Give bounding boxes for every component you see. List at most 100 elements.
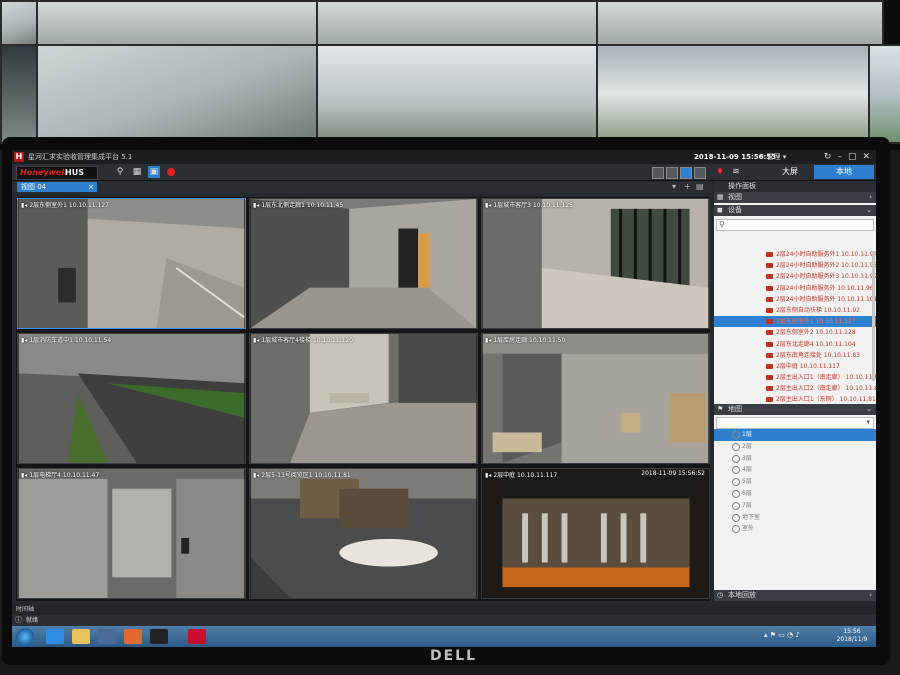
map-label: 地图 [728,405,742,413]
device-list-item[interactable]: 2层东南角连接处 10.10.11.83 [714,350,876,361]
camera-icon: ▮◂ [21,202,28,209]
record-icon[interactable] [167,168,175,176]
device-list-item[interactable]: 2层主出入口2（南走廊） 10.10.11.85 [714,383,876,394]
layout-3x3-icon[interactable] [680,167,692,179]
floor-list-item[interactable]: 1层 [714,429,876,441]
video-cell[interactable]: ▮◂ 1层库房走廊 10.10.11.50 [481,333,710,464]
device-list-item[interactable]: 2层东侧自动扶梯 10.10.11.92 [714,305,876,316]
device-label: 2层东北走廊4 10.10.11.104 [776,340,856,348]
floor-list-item[interactable]: 4层 [714,464,876,476]
floor-list-item[interactable]: 5层 [714,476,876,488]
layout-1x1-icon[interactable] [652,167,664,179]
device-label: 2层24小时自助服务外 10.10.11.96 [776,284,874,292]
floor-icon [732,454,740,463]
refresh-icon[interactable]: ↻ [824,151,832,163]
honeywell-hus-logo: Honeywell HUS [16,166,98,180]
background-video-wall [0,0,900,150]
floor-list-item[interactable]: 地下室 [714,512,876,524]
minimize-icon[interactable]: – [837,151,842,163]
camera-label-text: 2层5-13号阅览区1 10.10.11.81 [261,472,351,479]
device-list-item[interactable]: 2层24小时自助服务外 10.10.11.101 [714,294,876,305]
tab-local[interactable]: 本地 [814,165,874,179]
save-view-icon[interactable]: ▤ [696,182,704,191]
floor-list-item[interactable]: 室外 [714,523,876,535]
floor-list-item[interactable]: 7层 [714,500,876,512]
camera-feed [250,199,477,328]
alarm-bell-icon[interactable]: ♦ [714,166,726,178]
video-cell[interactable]: ▮◂ 1层东北侧走廊1 10.10.11.45 [249,198,478,329]
windows-taskbar: ▴ ⚑ ▭ ◔ ♪ 15:56 2018/11/9 [12,626,876,647]
layers-icon[interactable]: ≋ [730,166,742,178]
device-list-item[interactable]: 2层24小时自助服务外3 10.10.11.99 [714,271,876,282]
camera-icon [766,375,773,381]
maximize-icon[interactable]: ▢ [848,151,857,163]
time-axis-bar[interactable]: 时间轴 [12,605,876,615]
view-tab-row: 视图 04 × ▾ + ▤ [12,181,712,193]
title-bar: H 星河汇求实验收管理集成平台 5.1 2018-11-09 15:56:53 … [12,150,876,164]
map-section-header[interactable]: ⚑ 地图 ⌄ [714,404,876,415]
video-cell[interactable]: ▮◂ 1层城市客厅4楼梯 10.10.11.120 [249,333,478,464]
video-cell[interactable]: ▮◂ 1层电梯厅4 10.10.11.47 [17,468,246,599]
map-select[interactable]: ▾ [716,417,874,429]
layout-2x2-icon[interactable] [666,167,678,179]
camera-label: ▮◂ 2层中庭 10.10.11.117 [485,470,557,479]
folder-icon[interactable] [72,629,90,644]
close-tab-icon[interactable]: × [88,182,94,192]
wall-screen [0,44,40,144]
device-list-item[interactable]: 2层中庭 10.10.11.117 [714,361,876,372]
tab-view-04[interactable]: 视图 04 × [17,182,97,192]
layout-4x4-icon[interactable] [694,167,706,179]
devices-label: 设备 [728,206,742,214]
views-section-header[interactable]: ▦ 视图 › [714,192,876,203]
local-playback-header[interactable]: ◷ 本地回放 › [714,590,876,601]
camera-label-text: 1层库房走廊 10.10.11.50 [493,337,566,344]
system-tray[interactable]: ▴ ⚑ ▭ ◔ ♪ [764,631,800,639]
close-icon[interactable]: ✕ [862,151,870,163]
grid-view-icon[interactable]: ▦ [131,166,143,178]
device-list-item[interactable]: 2层主出入口1（南走廊） 10.10.11.84 [714,372,876,383]
floor-icon [732,513,740,522]
manage-menu[interactable]: ⚙ 管理 ▾ [758,152,786,162]
image-view-icon[interactable]: ▣ [148,166,160,178]
start-button[interactable] [16,628,34,646]
device-list-item[interactable]: 2层东侧室外1 10.10.11.127 [714,316,876,328]
logo-honeywell: Honeywell [20,168,67,177]
device-list-item[interactable]: 2层24小时自助服务外2 10.10.11.95 [714,260,876,271]
terminal-icon[interactable] [150,629,168,644]
wall-screen [316,44,600,144]
camera-icon [766,263,773,269]
tab-big-screen[interactable]: 大屏 [766,166,814,178]
monitor-brand-logo: DELL [430,648,478,664]
media-player-icon[interactable] [124,629,142,644]
video-cell[interactable]: ▮◂ 2层中庭 10.10.11.117 2018-11-09 15:56:52 [481,468,710,599]
map-pin-icon: ⚑ [717,405,724,413]
floor-list-item[interactable]: 2层 [714,441,876,453]
video-cell[interactable]: ▮◂ 1层城市客厅3 10.10.11.125 [481,198,710,329]
camera-feed [482,469,709,598]
time-axis-label: 时间轴 [16,606,35,613]
device-list-item[interactable]: 2层东北走廊4 10.10.11.104 [714,339,876,350]
hus-taskbar-icon[interactable] [188,629,206,644]
floor-icon [732,431,740,439]
camera-label: ▮◂ 1层东北侧走廊1 10.10.11.45 [253,200,343,209]
video-cell[interactable]: ▮◂ 1层消防车道中1 10.10.11.54 [17,333,246,464]
search-icon[interactable]: ⚲ [114,166,126,178]
ie-icon[interactable] [46,629,64,644]
add-view-icon[interactable]: + [684,182,691,191]
camera-icon [766,330,773,336]
device-list-item[interactable]: 2层24小时自助服务外 10.10.11.96 [714,283,876,294]
video-cell[interactable]: ▮◂ 2层东侧室外1 10.10.11.127 [17,198,246,329]
dropdown-icon[interactable]: ▾ [672,182,676,191]
device-search-input[interactable]: ⚲ [716,219,874,231]
device-label: 2层中庭 10.10.11.117 [776,362,840,370]
floor-list-item[interactable]: 3层 [714,453,876,465]
camera-feed [482,334,709,463]
app-icon[interactable] [98,629,116,644]
device-list-item[interactable]: 2层24小时自助服务外1 10.10.11.94 [714,249,876,260]
device-list-item[interactable]: 2层东侧室外2 10.10.11.128 [714,327,876,338]
device-list-scrollbar[interactable] [872,251,875,381]
video-cell[interactable]: ▮◂ 2层5-13号阅览区1 10.10.11.81 [249,468,478,599]
floor-list-item[interactable]: 6层 [714,488,876,500]
devices-section-header[interactable]: ◼ 设备 ⌄ [714,205,876,216]
taskbar-clock[interactable]: 15:56 2018/11/9 [832,628,872,644]
